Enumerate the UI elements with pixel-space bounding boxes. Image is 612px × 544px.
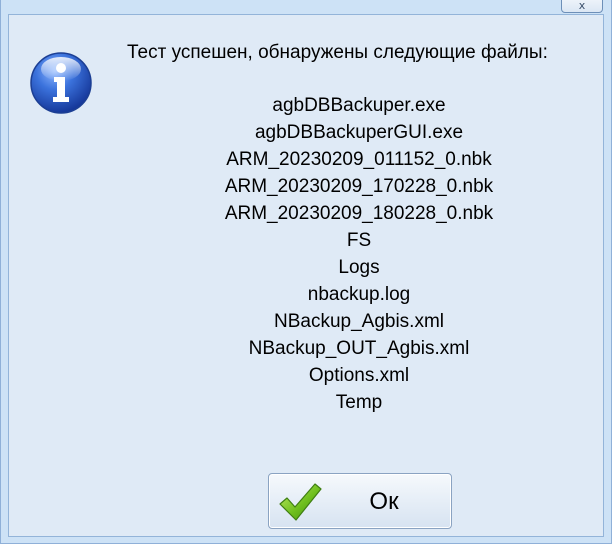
file-list-item: Temp [335, 392, 383, 413]
close-icon: x [578, 0, 586, 12]
dialog-body: Тест успешен, обнаружены следующие файлы… [8, 14, 604, 537]
close-button[interactable]: x [561, 0, 603, 13]
file-list-item: FS [346, 230, 372, 251]
file-list-item: Logs [338, 257, 380, 278]
file-list-item: ARM_20230209_180228_0.nbk [224, 203, 494, 224]
file-list-item: ARM_20230209_170228_0.nbk [224, 176, 494, 197]
checkmark-icon [279, 483, 322, 521]
info-icon [30, 52, 92, 114]
title-bar: x [1, 0, 611, 14]
file-list-item: agbDBBackuper.exe [272, 95, 446, 116]
file-list-item: NBackup_Agbis.xml [273, 311, 445, 332]
file-list-item: Options.xml [308, 365, 410, 386]
message-text: Тест успешен, обнаружены следующие файлы… [127, 42, 548, 63]
file-list: agbDBBackuper.exe agbDBBackuperGUI.exe ARM… [109, 92, 609, 416]
file-list-item: NBackup_OUT_Agbis.xml [248, 338, 470, 359]
dialog-window: x Тест успешен, обнаружены следующие фай [0, 0, 612, 544]
file-list-item: nbackup.log [307, 284, 411, 305]
file-list-item: ARM_20230209_011152_0.nbk [226, 149, 492, 170]
file-list-item: agbDBBackuperGUI.exe [254, 122, 464, 143]
ok-button[interactable]: Ок [268, 473, 452, 529]
ok-button-label: Ок [369, 488, 399, 515]
